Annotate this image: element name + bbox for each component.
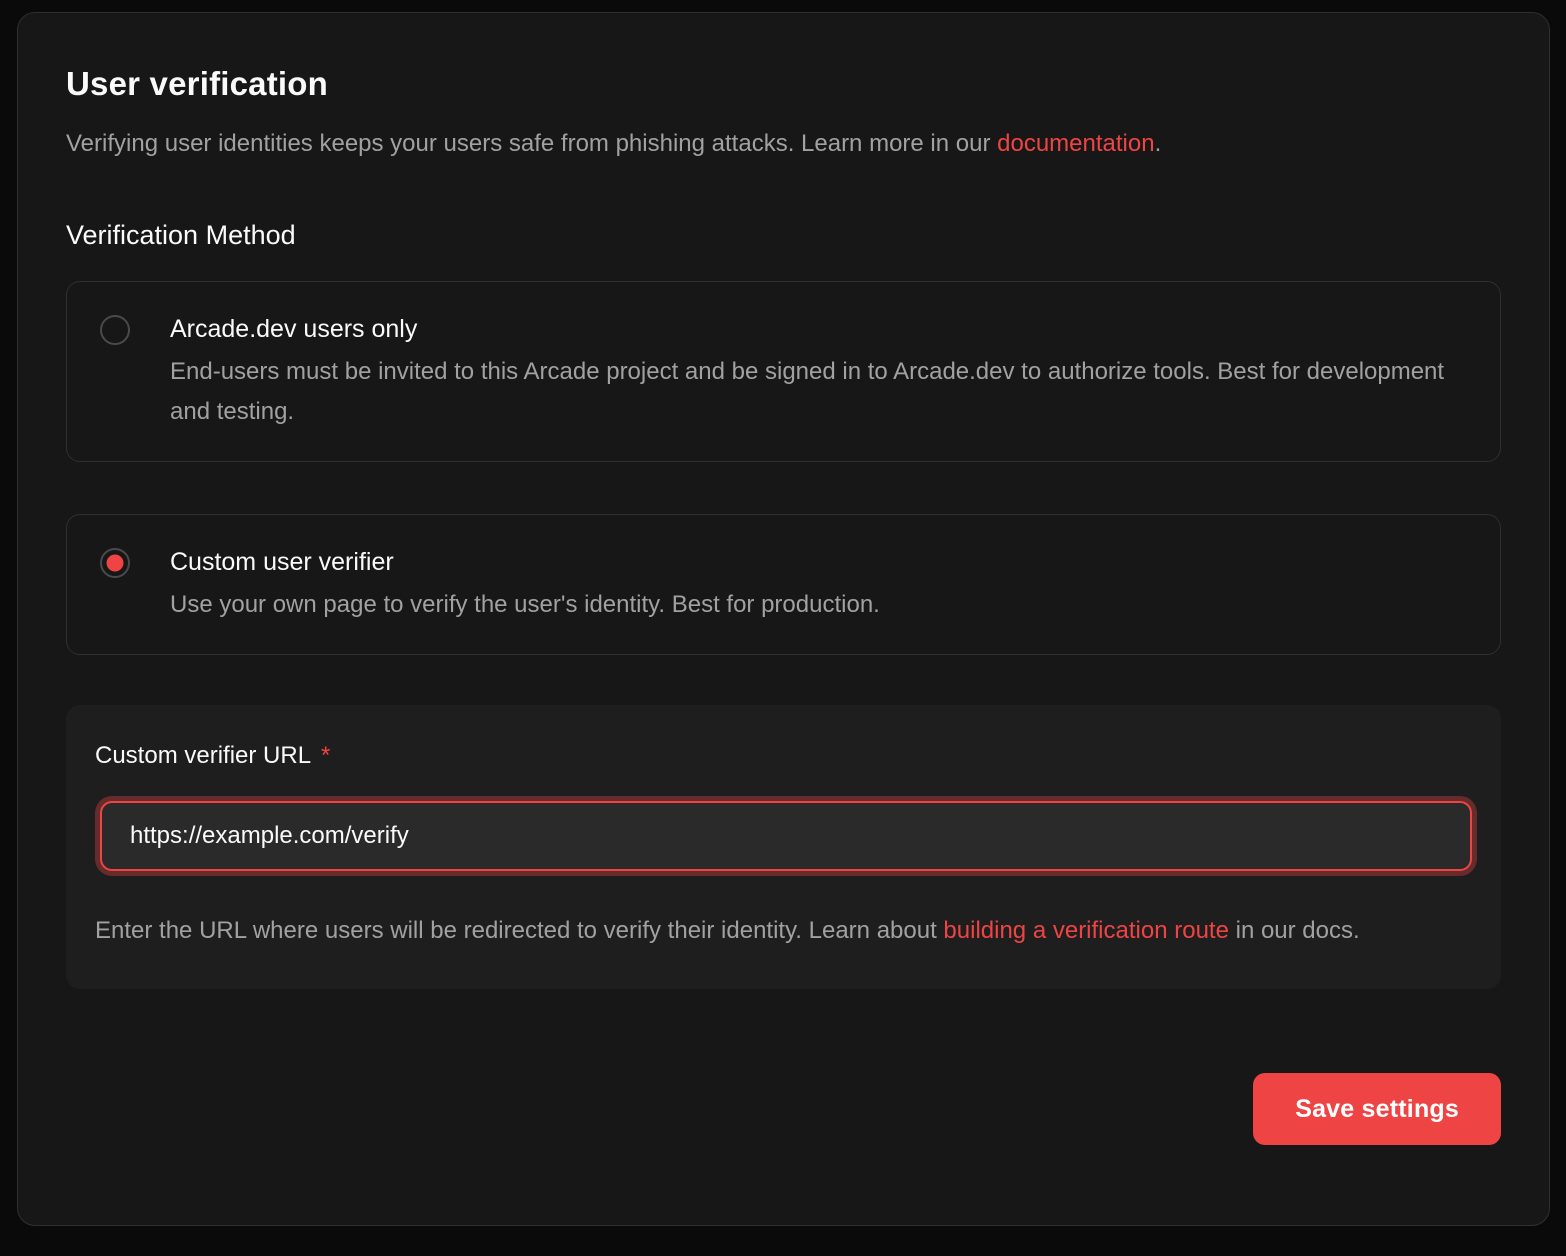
- custom-verifier-url-label: Custom verifier URL *: [95, 738, 1472, 774]
- option-arcade-dev-users-only[interactable]: Arcade.dev users only End-users must be …: [66, 281, 1501, 462]
- user-verification-card: User verification Verifying user identit…: [17, 12, 1550, 1226]
- option-label: Custom user verifier: [170, 544, 880, 580]
- verification-route-link[interactable]: building a verification route: [943, 917, 1229, 944]
- page-title: User verification: [66, 63, 1501, 105]
- radio-selected-icon[interactable]: [100, 548, 130, 578]
- url-help-text: Enter the URL where users will be redire…: [95, 911, 1472, 951]
- intro-text-before: Verifying user identities keeps your use…: [66, 130, 997, 157]
- label-text: Custom verifier URL: [95, 742, 311, 769]
- save-settings-button[interactable]: Save settings: [1253, 1073, 1501, 1145]
- intro-text-after: .: [1155, 130, 1162, 157]
- option-custom-user-verifier[interactable]: Custom user verifier Use your own page t…: [66, 514, 1501, 655]
- help-text-after: in our docs.: [1229, 917, 1360, 944]
- option-description: Use your own page to verify the user's i…: [170, 585, 880, 625]
- required-asterisk: *: [321, 742, 330, 769]
- help-text-before: Enter the URL where users will be redire…: [95, 917, 943, 944]
- option-label: Arcade.dev users only: [170, 311, 1466, 347]
- verification-method-heading: Verification Method: [66, 217, 1501, 253]
- custom-verifier-url-panel: Custom verifier URL * Enter the URL where…: [66, 705, 1501, 989]
- option-text-block: Arcade.dev users only End-users must be …: [170, 311, 1466, 432]
- footer-actions: Save settings: [66, 1073, 1501, 1145]
- intro-text: Verifying user identities keeps your use…: [66, 127, 1501, 161]
- documentation-link[interactable]: documentation: [997, 130, 1154, 157]
- radio-unselected-icon[interactable]: [100, 315, 130, 345]
- option-description: End-users must be invited to this Arcade…: [170, 352, 1466, 432]
- option-text-block: Custom user verifier Use your own page t…: [170, 544, 880, 625]
- custom-verifier-url-input[interactable]: [100, 801, 1472, 871]
